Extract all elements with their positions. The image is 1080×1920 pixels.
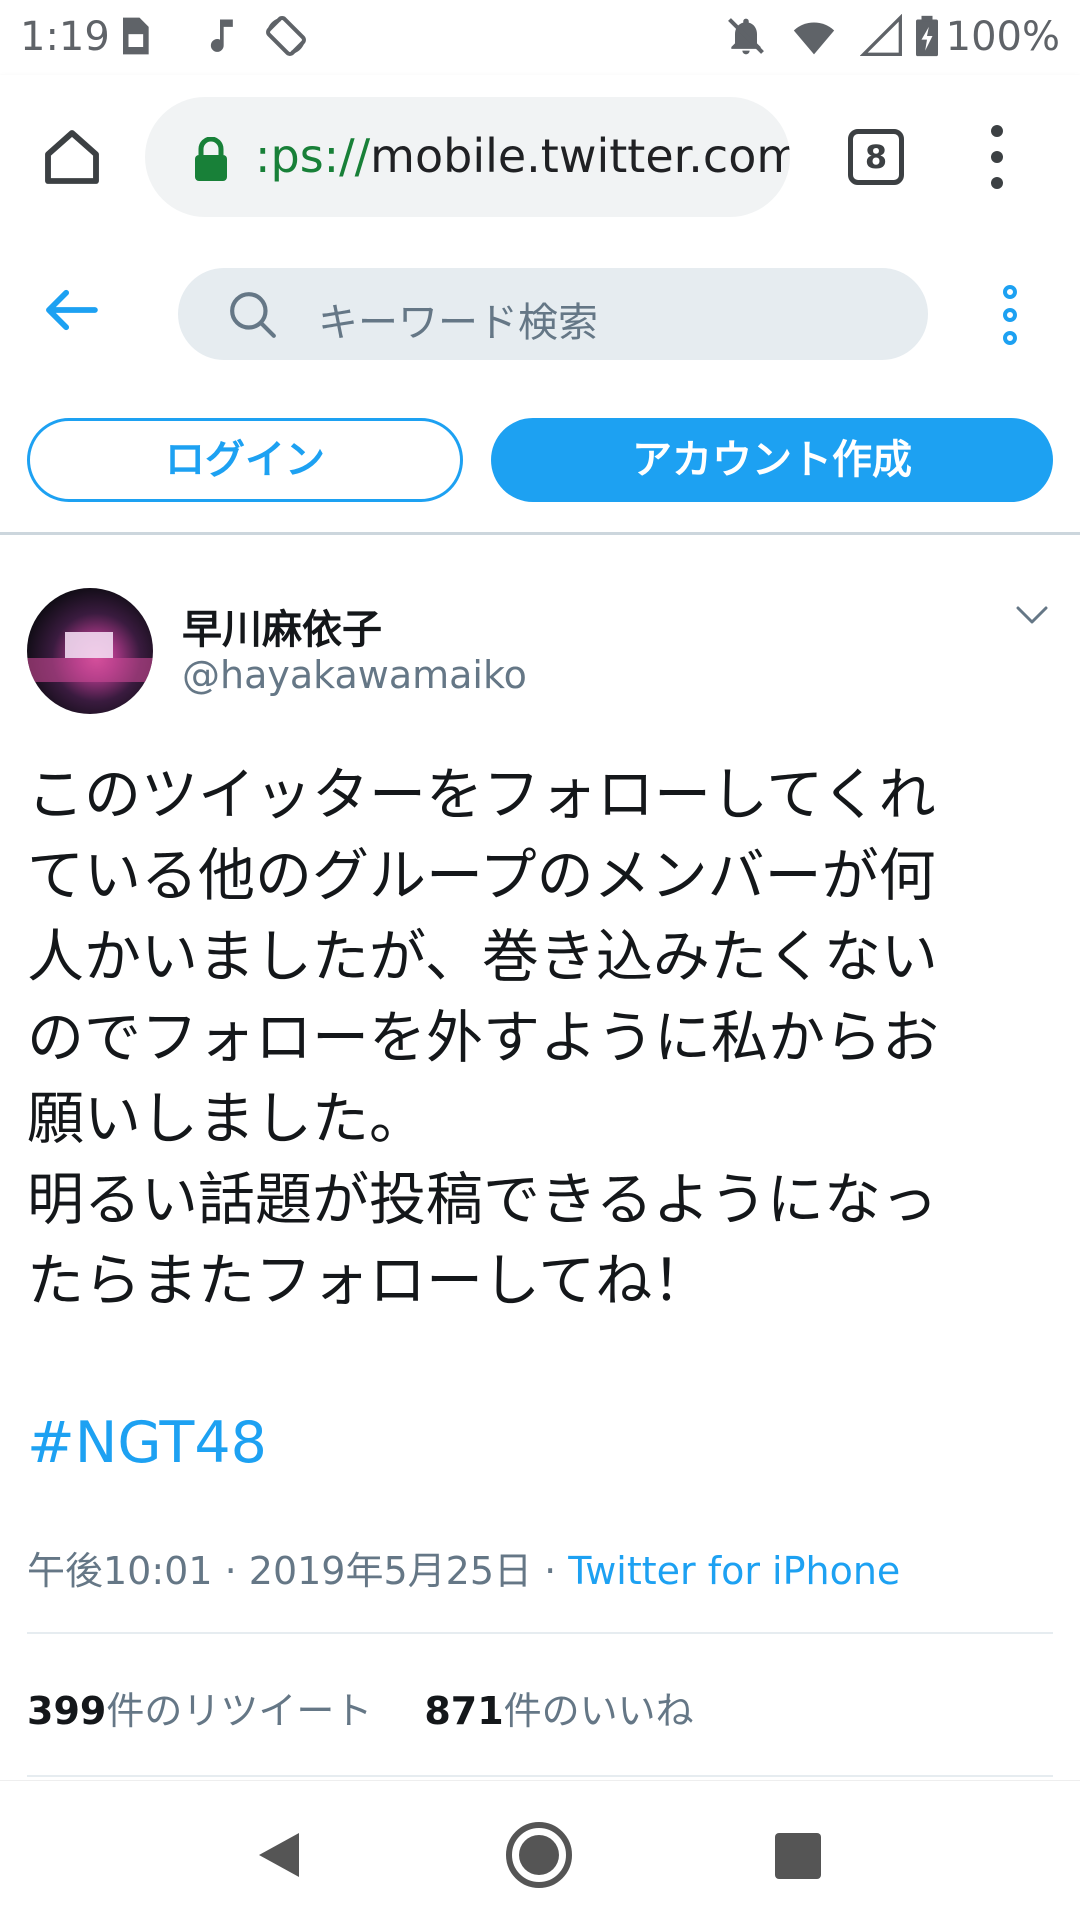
twitter-header: キーワード検索 bbox=[0, 240, 1080, 380]
tweet-stats: 399件のリツイート 871件のいいね bbox=[27, 1680, 694, 1735]
status-bar: 1:19 100% bbox=[0, 0, 1080, 75]
auth-buttons: ログイン アカウント作成 bbox=[0, 380, 1080, 535]
battery-percentage: 100% bbox=[945, 14, 1060, 60]
like-stat[interactable]: 871件のいいね bbox=[424, 1689, 693, 1733]
search-icon bbox=[230, 292, 276, 338]
url-text: :ps://mobile.twitter.com bbox=[255, 129, 790, 183]
more-options-icon[interactable] bbox=[998, 285, 1022, 375]
browser-menu-icon[interactable] bbox=[982, 125, 1012, 189]
search-placeholder: キーワード検索 bbox=[318, 300, 598, 346]
user-handle[interactable]: @hayakawamaiko bbox=[182, 653, 527, 697]
url-host: mobile.twitter.com bbox=[370, 129, 790, 183]
signal-icon bbox=[860, 14, 902, 56]
like-count: 871 bbox=[424, 1689, 504, 1733]
divider bbox=[27, 1632, 1053, 1634]
system-nav-bar bbox=[0, 1780, 1080, 1920]
notifications-off-icon bbox=[728, 18, 764, 55]
status-time: 1:19 bbox=[20, 14, 110, 60]
meta-separator: · bbox=[212, 1549, 249, 1593]
avatar[interactable] bbox=[27, 588, 153, 714]
back-arrow-icon[interactable] bbox=[40, 287, 100, 333]
tweet-date: 2019年5月25日 bbox=[248, 1549, 533, 1593]
like-label: 件のいいね bbox=[503, 1689, 694, 1733]
nav-recents-icon[interactable] bbox=[775, 1833, 821, 1879]
music-note-icon bbox=[210, 19, 233, 52]
tweet-source-link[interactable]: Twitter for iPhone bbox=[568, 1549, 900, 1593]
nav-home-icon[interactable] bbox=[505, 1821, 573, 1889]
chevron-down-icon[interactable] bbox=[1015, 605, 1049, 627]
retweet-stat[interactable]: 399件のリツイート bbox=[27, 1689, 372, 1733]
home-icon[interactable] bbox=[40, 125, 104, 189]
nav-back-icon[interactable] bbox=[255, 1829, 303, 1881]
display-name[interactable]: 早川麻依子 bbox=[182, 597, 382, 655]
lock-icon bbox=[195, 137, 227, 181]
browser-toolbar: :ps://mobile.twitter.com 8 bbox=[0, 75, 1080, 240]
tweet-meta: 午後10:01 · 2019年5月25日 · Twitter for iPhon… bbox=[27, 1540, 900, 1595]
tweet-text: このツイッターをフォローしてくれ ている他のグループのメンバーが何 人かいました… bbox=[27, 762, 939, 1314]
retweet-count: 399 bbox=[27, 1689, 107, 1733]
url-scheme: :ps:// bbox=[255, 129, 371, 183]
signup-button[interactable]: アカウント作成 bbox=[491, 418, 1053, 502]
sim-card-icon bbox=[123, 17, 149, 55]
wifi-icon bbox=[793, 22, 835, 55]
login-button[interactable]: ログイン bbox=[27, 418, 463, 502]
address-bar[interactable]: :ps://mobile.twitter.com bbox=[145, 97, 790, 217]
tab-switcher-button[interactable]: 8 bbox=[848, 129, 904, 185]
screen-rotation-icon bbox=[266, 16, 306, 56]
hashtag-link[interactable]: #NGT48 bbox=[27, 1410, 267, 1476]
search-input[interactable]: キーワード検索 bbox=[178, 268, 928, 360]
retweet-label: 件のリツイート bbox=[106, 1689, 373, 1733]
meta-separator: · bbox=[532, 1549, 569, 1593]
battery-charging-icon bbox=[916, 15, 938, 57]
divider bbox=[27, 1775, 1053, 1777]
tweet-time: 午後10:01 bbox=[27, 1549, 213, 1593]
